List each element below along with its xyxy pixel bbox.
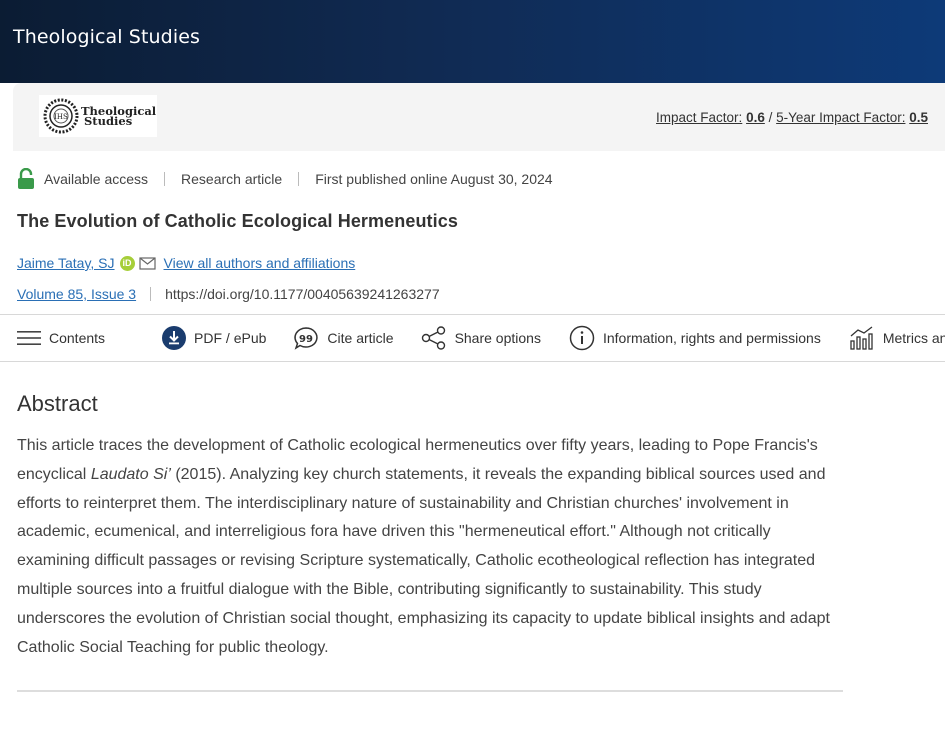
list-icon <box>17 331 41 345</box>
email-icon[interactable] <box>138 256 156 270</box>
svg-text:99: 99 <box>299 334 313 345</box>
abstract-text: This article traces the development of C… <box>17 432 847 662</box>
five-year-impact-value[interactable]: 0.5 <box>909 110 928 125</box>
article-meta: Available access Research article First … <box>17 168 553 190</box>
publication-date: First published online August 30, 2024 <box>315 171 553 187</box>
view-all-authors-link[interactable]: View all authors and affiliations <box>164 255 356 271</box>
access-status: Available access <box>44 171 149 187</box>
metrics-button[interactable]: Metrics and citations <box>849 325 945 351</box>
article-toolbar: Contents PDF / ePub 99 Cite article Shar… <box>0 314 945 362</box>
issue-row: Volume 85, Issue 3 https://doi.org/10.11… <box>17 286 440 302</box>
orcid-icon[interactable]: iD <box>119 255 135 271</box>
article-title: The Evolution of Catholic Ecological Her… <box>17 211 458 231</box>
divider <box>164 172 166 186</box>
contents-label: Contents <box>49 330 106 346</box>
section-divider <box>17 690 843 692</box>
cite-article-label: Cite article <box>327 330 394 346</box>
divider <box>298 172 300 186</box>
info-icon <box>569 325 595 351</box>
abstract-text-italic: Laudato Si’ <box>90 465 171 483</box>
contents-button[interactable]: Contents <box>17 329 105 347</box>
abstract-text-part-2: (2015). Analyzing key church statements,… <box>17 465 830 656</box>
author-link[interactable]: Jaime Tatay, SJ <box>17 255 115 271</box>
logo-wordmark: Theological Studies <box>81 105 156 127</box>
journal-logo[interactable]: IHS Theological Studies <box>39 95 157 137</box>
abstract-heading: Abstract <box>17 391 98 416</box>
journal-name[interactable]: Theological Studies <box>13 26 200 48</box>
impact-factor-value[interactable]: 0.6 <box>746 110 765 125</box>
journal-header-bar: Theological Studies <box>0 0 945 83</box>
issue-link[interactable]: Volume 85, Issue 3 <box>17 286 136 302</box>
share-icon <box>421 326 445 350</box>
download-icon <box>162 326 187 350</box>
quote-icon: 99 <box>294 327 319 350</box>
author-row: Jaime Tatay, SJ iD View all authors and … <box>17 255 355 271</box>
metrics-chart-icon <box>850 326 873 350</box>
share-options-button[interactable]: Share options <box>421 326 541 350</box>
lock-open-icon <box>18 168 34 189</box>
share-options-label: Share options <box>454 330 541 346</box>
five-year-impact-label[interactable]: 5-Year Impact Factor: <box>776 110 905 125</box>
cite-article-button[interactable]: 99 Cite article <box>293 326 394 350</box>
impact-factor-label[interactable]: Impact Factor: <box>656 110 742 125</box>
pdf-epub-label: PDF / ePub <box>194 330 267 346</box>
pdf-epub-button[interactable]: PDF / ePub <box>162 326 266 350</box>
doi[interactable]: https://doi.org/10.1177/0040563924126327… <box>165 286 440 302</box>
impact-factor[interactable]: Impact Factor: 0.6 / 5-Year Impact Facto… <box>656 110 928 125</box>
seal-icon: IHS <box>43 98 79 134</box>
metrics-label: Metrics and citations <box>882 330 945 346</box>
journal-banner: IHS Theological Studies Impact Factor: 0… <box>13 83 945 151</box>
information-rights-label: Information, rights and permissions <box>602 330 821 346</box>
svg-text:IHS: IHS <box>54 113 68 121</box>
impact-separator: / <box>768 110 773 125</box>
information-rights-button[interactable]: Information, rights and permissions <box>569 325 821 351</box>
divider <box>150 287 152 301</box>
article-type: Research article <box>181 171 283 187</box>
